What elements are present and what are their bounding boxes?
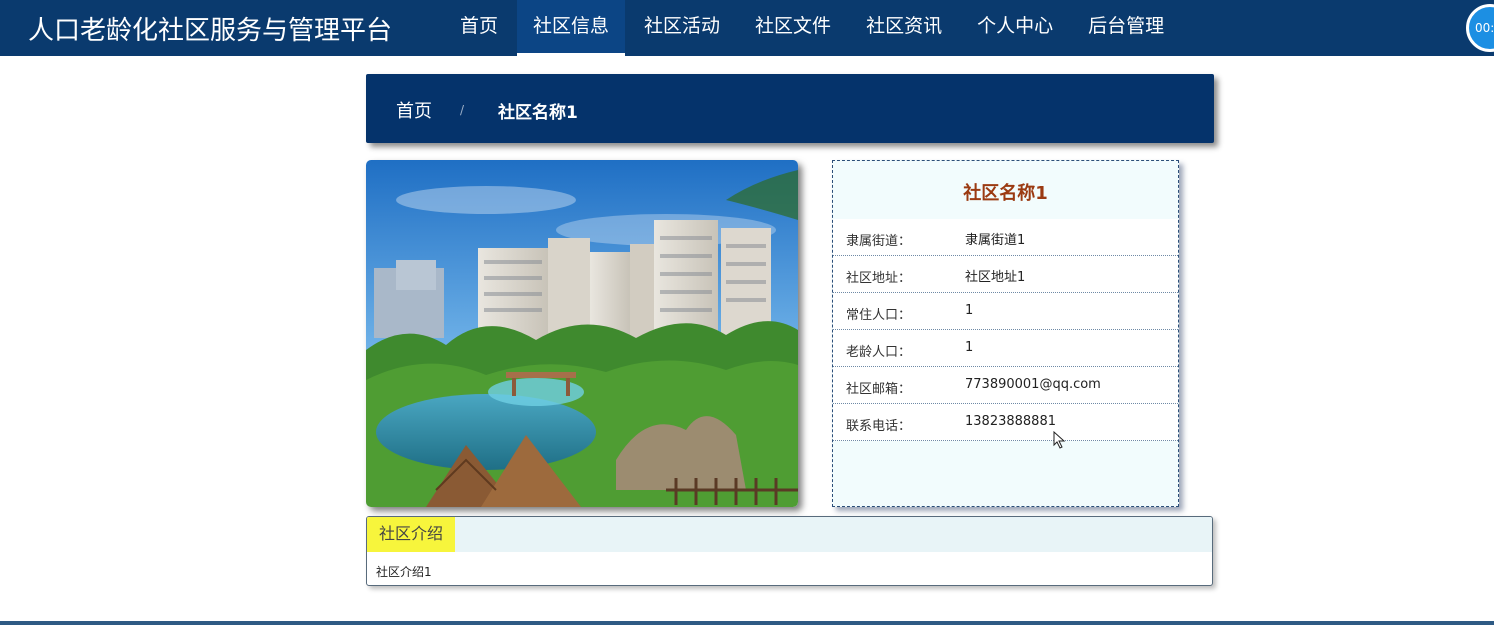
site-title[interactable]: 人口老龄化社区服务与管理平台: [28, 10, 392, 47]
breadcrumb: 首页 / 社区名称1: [366, 74, 1214, 143]
nav-item-home[interactable]: 首页: [444, 0, 514, 56]
info-value: 1: [965, 303, 974, 318]
info-value: 社区地址1: [965, 270, 1026, 285]
nav-item-personal-center[interactable]: 个人中心: [961, 0, 1069, 56]
top-navigation-bar: 人口老龄化社区服务与管理平台 首页 社区信息 社区活动 社区文件 社区资讯 个人…: [0, 0, 1494, 56]
info-label: 社区邮箱：: [846, 382, 912, 397]
community-photo: [366, 160, 798, 507]
timer-badge[interactable]: 00:4: [1466, 4, 1494, 52]
breadcrumb-home-link[interactable]: 首页: [396, 97, 432, 123]
info-label: 常住人口：: [846, 308, 912, 323]
intro-content: 社区介绍1: [376, 565, 432, 579]
info-value: 1: [965, 340, 974, 355]
info-value: 773890001@qq.com: [965, 377, 1101, 392]
info-row-elderly-population: 老龄人口： 1: [833, 330, 1178, 367]
info-row-resident-population: 常住人口： 1: [833, 293, 1178, 330]
nav-item-community-activities[interactable]: 社区活动: [628, 0, 736, 56]
community-name-title: 社区名称1: [963, 183, 1048, 204]
info-list: 隶属街道： 隶属街道1 社区地址： 社区地址1 常住人口： 1 老龄人口： 1 …: [833, 219, 1178, 441]
breadcrumb-current: 社区名称1: [498, 103, 578, 123]
info-row-email: 社区邮箱： 773890001@qq.com: [833, 367, 1178, 404]
info-label: 隶属街道：: [846, 234, 912, 249]
intro-tab[interactable]: 社区介绍: [367, 517, 456, 552]
info-value: 13823888881: [965, 414, 1056, 429]
nav-item-admin[interactable]: 后台管理: [1072, 0, 1180, 56]
footer-divider: [0, 621, 1494, 625]
community-intro-section: 社区介绍 社区介绍1: [366, 516, 1213, 586]
info-row-phone: 联系电话： 13823888881: [833, 404, 1178, 441]
nav-item-community-news[interactable]: 社区资讯: [850, 0, 958, 56]
info-row-address: 社区地址： 社区地址1: [833, 256, 1178, 293]
info-value: 隶属街道1: [965, 233, 1026, 248]
nav-item-community-files[interactable]: 社区文件: [739, 0, 847, 56]
nav-item-community-info[interactable]: 社区信息: [517, 0, 626, 56]
info-label: 老龄人口：: [846, 345, 912, 360]
mouse-pointer-icon: [1053, 430, 1067, 453]
breadcrumb-separator: /: [460, 103, 465, 117]
main-nav: 首页 社区信息 社区活动 社区文件 社区资讯 个人中心 后台管理: [444, 0, 1183, 56]
community-info-panel: 社区名称1 隶属街道： 隶属街道1 社区地址： 社区地址1 常住人口： 1 老龄…: [832, 160, 1179, 507]
info-label: 社区地址：: [846, 271, 912, 286]
info-label: 联系电话：: [846, 419, 912, 434]
intro-header: 社区介绍: [367, 517, 1212, 552]
info-row-street: 隶属街道： 隶属街道1: [833, 219, 1178, 256]
